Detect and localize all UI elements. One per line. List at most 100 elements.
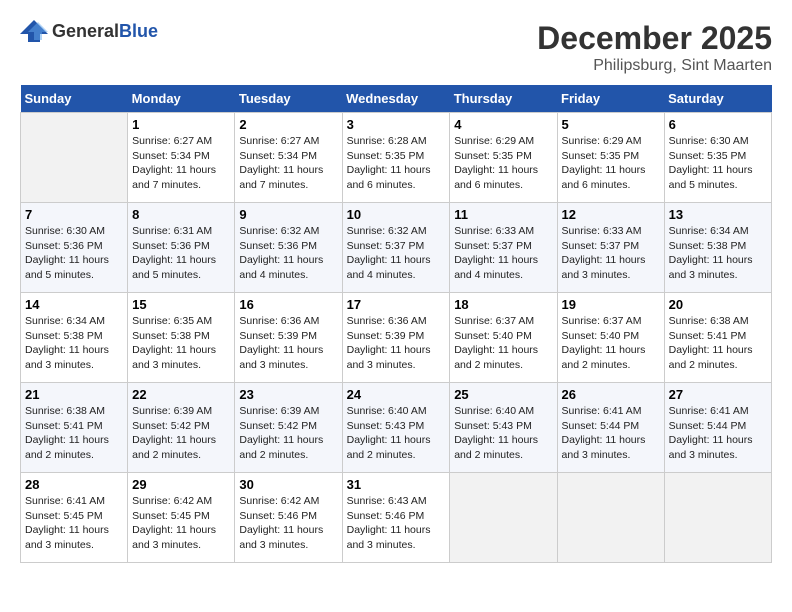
cell-info: Sunrise: 6:42 AMSunset: 5:45 PMDaylight:… [132, 494, 230, 553]
calendar-cell: 30 Sunrise: 6:42 AMSunset: 5:46 PMDaylig… [235, 473, 342, 563]
day-number: 17 [347, 297, 446, 312]
day-number: 8 [132, 207, 230, 222]
cell-info: Sunrise: 6:27 AMSunset: 5:34 PMDaylight:… [132, 134, 230, 193]
header-row: SundayMondayTuesdayWednesdayThursdayFrid… [21, 85, 772, 113]
calendar-cell [21, 113, 128, 203]
day-number: 20 [669, 297, 767, 312]
day-number: 23 [239, 387, 337, 402]
calendar-cell: 21 Sunrise: 6:38 AMSunset: 5:41 PMDaylig… [21, 383, 128, 473]
cell-info: Sunrise: 6:35 AMSunset: 5:38 PMDaylight:… [132, 314, 230, 373]
calendar-cell: 22 Sunrise: 6:39 AMSunset: 5:42 PMDaylig… [128, 383, 235, 473]
day-number: 12 [562, 207, 660, 222]
cell-info: Sunrise: 6:30 AMSunset: 5:36 PMDaylight:… [25, 224, 123, 283]
calendar-cell: 25 Sunrise: 6:40 AMSunset: 5:43 PMDaylig… [450, 383, 557, 473]
logo: GeneralBlue [20, 20, 158, 42]
cell-info: Sunrise: 6:37 AMSunset: 5:40 PMDaylight:… [562, 314, 660, 373]
calendar-cell: 7 Sunrise: 6:30 AMSunset: 5:36 PMDayligh… [21, 203, 128, 293]
calendar-cell: 6 Sunrise: 6:30 AMSunset: 5:35 PMDayligh… [664, 113, 771, 203]
calendar-week-row: 1 Sunrise: 6:27 AMSunset: 5:34 PMDayligh… [21, 113, 772, 203]
calendar-cell: 1 Sunrise: 6:27 AMSunset: 5:34 PMDayligh… [128, 113, 235, 203]
day-number: 5 [562, 117, 660, 132]
calendar-table: SundayMondayTuesdayWednesdayThursdayFrid… [20, 85, 772, 563]
header-day: Sunday [21, 85, 128, 113]
month-title: December 2025 [537, 20, 772, 57]
day-number: 13 [669, 207, 767, 222]
logo-general: General [52, 21, 119, 41]
cell-info: Sunrise: 6:41 AMSunset: 5:45 PMDaylight:… [25, 494, 123, 553]
cell-info: Sunrise: 6:38 AMSunset: 5:41 PMDaylight:… [669, 314, 767, 373]
cell-info: Sunrise: 6:39 AMSunset: 5:42 PMDaylight:… [132, 404, 230, 463]
day-number: 28 [25, 477, 123, 492]
cell-info: Sunrise: 6:41 AMSunset: 5:44 PMDaylight:… [669, 404, 767, 463]
calendar-cell: 16 Sunrise: 6:36 AMSunset: 5:39 PMDaylig… [235, 293, 342, 383]
calendar-cell: 8 Sunrise: 6:31 AMSunset: 5:36 PMDayligh… [128, 203, 235, 293]
calendar-cell: 28 Sunrise: 6:41 AMSunset: 5:45 PMDaylig… [21, 473, 128, 563]
cell-info: Sunrise: 6:43 AMSunset: 5:46 PMDaylight:… [347, 494, 446, 553]
calendar-cell: 23 Sunrise: 6:39 AMSunset: 5:42 PMDaylig… [235, 383, 342, 473]
calendar-week-row: 7 Sunrise: 6:30 AMSunset: 5:36 PMDayligh… [21, 203, 772, 293]
header-day: Tuesday [235, 85, 342, 113]
day-number: 26 [562, 387, 660, 402]
calendar-cell: 13 Sunrise: 6:34 AMSunset: 5:38 PMDaylig… [664, 203, 771, 293]
cell-info: Sunrise: 6:42 AMSunset: 5:46 PMDaylight:… [239, 494, 337, 553]
calendar-cell: 17 Sunrise: 6:36 AMSunset: 5:39 PMDaylig… [342, 293, 450, 383]
cell-info: Sunrise: 6:37 AMSunset: 5:40 PMDaylight:… [454, 314, 552, 373]
calendar-cell: 15 Sunrise: 6:35 AMSunset: 5:38 PMDaylig… [128, 293, 235, 383]
day-number: 16 [239, 297, 337, 312]
cell-info: Sunrise: 6:34 AMSunset: 5:38 PMDaylight:… [25, 314, 123, 373]
day-number: 7 [25, 207, 123, 222]
header-day: Friday [557, 85, 664, 113]
day-number: 3 [347, 117, 446, 132]
day-number: 9 [239, 207, 337, 222]
day-number: 18 [454, 297, 552, 312]
logo-icon [20, 20, 48, 42]
calendar-cell [664, 473, 771, 563]
calendar-cell: 20 Sunrise: 6:38 AMSunset: 5:41 PMDaylig… [664, 293, 771, 383]
cell-info: Sunrise: 6:40 AMSunset: 5:43 PMDaylight:… [454, 404, 552, 463]
cell-info: Sunrise: 6:33 AMSunset: 5:37 PMDaylight:… [454, 224, 552, 283]
cell-info: Sunrise: 6:28 AMSunset: 5:35 PMDaylight:… [347, 134, 446, 193]
cell-info: Sunrise: 6:31 AMSunset: 5:36 PMDaylight:… [132, 224, 230, 283]
calendar-cell: 29 Sunrise: 6:42 AMSunset: 5:45 PMDaylig… [128, 473, 235, 563]
day-number: 15 [132, 297, 230, 312]
calendar-cell: 2 Sunrise: 6:27 AMSunset: 5:34 PMDayligh… [235, 113, 342, 203]
calendar-cell: 24 Sunrise: 6:40 AMSunset: 5:43 PMDaylig… [342, 383, 450, 473]
cell-info: Sunrise: 6:32 AMSunset: 5:37 PMDaylight:… [347, 224, 446, 283]
page-header: GeneralBlue December 2025 Philipsburg, S… [20, 20, 772, 75]
calendar-cell: 27 Sunrise: 6:41 AMSunset: 5:44 PMDaylig… [664, 383, 771, 473]
calendar-cell: 14 Sunrise: 6:34 AMSunset: 5:38 PMDaylig… [21, 293, 128, 383]
calendar-cell: 12 Sunrise: 6:33 AMSunset: 5:37 PMDaylig… [557, 203, 664, 293]
header-day: Monday [128, 85, 235, 113]
day-number: 25 [454, 387, 552, 402]
day-number: 29 [132, 477, 230, 492]
calendar-cell: 11 Sunrise: 6:33 AMSunset: 5:37 PMDaylig… [450, 203, 557, 293]
day-number: 6 [669, 117, 767, 132]
cell-info: Sunrise: 6:36 AMSunset: 5:39 PMDaylight:… [347, 314, 446, 373]
cell-info: Sunrise: 6:32 AMSunset: 5:36 PMDaylight:… [239, 224, 337, 283]
calendar-cell: 19 Sunrise: 6:37 AMSunset: 5:40 PMDaylig… [557, 293, 664, 383]
cell-info: Sunrise: 6:27 AMSunset: 5:34 PMDaylight:… [239, 134, 337, 193]
cell-info: Sunrise: 6:29 AMSunset: 5:35 PMDaylight:… [562, 134, 660, 193]
cell-info: Sunrise: 6:41 AMSunset: 5:44 PMDaylight:… [562, 404, 660, 463]
calendar-cell: 26 Sunrise: 6:41 AMSunset: 5:44 PMDaylig… [557, 383, 664, 473]
cell-info: Sunrise: 6:29 AMSunset: 5:35 PMDaylight:… [454, 134, 552, 193]
day-number: 31 [347, 477, 446, 492]
calendar-cell [450, 473, 557, 563]
calendar-body: 1 Sunrise: 6:27 AMSunset: 5:34 PMDayligh… [21, 113, 772, 563]
day-number: 19 [562, 297, 660, 312]
calendar-cell: 18 Sunrise: 6:37 AMSunset: 5:40 PMDaylig… [450, 293, 557, 383]
cell-info: Sunrise: 6:30 AMSunset: 5:35 PMDaylight:… [669, 134, 767, 193]
day-number: 22 [132, 387, 230, 402]
calendar-cell: 5 Sunrise: 6:29 AMSunset: 5:35 PMDayligh… [557, 113, 664, 203]
title-section: December 2025 Philipsburg, Sint Maarten [537, 20, 772, 75]
cell-info: Sunrise: 6:38 AMSunset: 5:41 PMDaylight:… [25, 404, 123, 463]
calendar-week-row: 21 Sunrise: 6:38 AMSunset: 5:41 PMDaylig… [21, 383, 772, 473]
calendar-cell: 4 Sunrise: 6:29 AMSunset: 5:35 PMDayligh… [450, 113, 557, 203]
cell-info: Sunrise: 6:34 AMSunset: 5:38 PMDaylight:… [669, 224, 767, 283]
header-day: Saturday [664, 85, 771, 113]
logo-blue: Blue [119, 21, 158, 41]
header-day: Wednesday [342, 85, 450, 113]
day-number: 2 [239, 117, 337, 132]
calendar-cell [557, 473, 664, 563]
cell-info: Sunrise: 6:39 AMSunset: 5:42 PMDaylight:… [239, 404, 337, 463]
